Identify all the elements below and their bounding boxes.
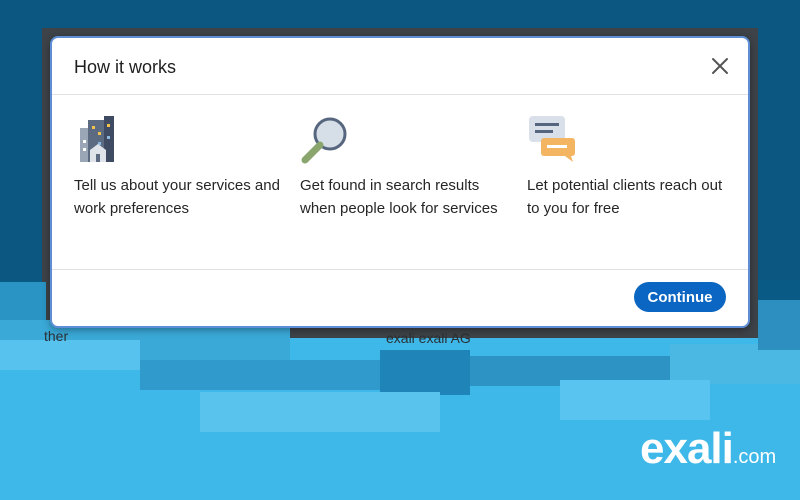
magnifier-icon (301, 117, 347, 164)
logo-domain: .com (732, 446, 777, 468)
pixel-block (380, 350, 470, 395)
close-button[interactable] (708, 54, 732, 78)
chat-bubbles-icon (529, 116, 575, 162)
building-icon (80, 116, 114, 162)
step-search: Get found in search results when people … (300, 114, 510, 220)
step-search-text: Get found in search results when people … (300, 177, 498, 217)
continue-button[interactable]: Continue (634, 282, 726, 312)
pixel-block (200, 392, 440, 432)
close-icon (712, 58, 728, 74)
step-services-text: Tell us about your services and work pre… (74, 177, 280, 217)
step-services: Tell us about your services and work pre… (74, 114, 284, 220)
pixel-block (758, 300, 800, 350)
step-clients-text: Let potential clients reach out to you f… (527, 177, 723, 217)
dialog-header: How it works (52, 38, 748, 95)
pixel-block (0, 340, 140, 370)
background-ghost-text: exali exali AG (386, 330, 471, 346)
background-ghost-text: ther (44, 328, 69, 344)
step-clients: Let potential clients reach out to you f… (527, 114, 737, 220)
dialog-footer: Continue (52, 269, 748, 326)
pixel-block (560, 380, 710, 420)
logo-brand: exali (640, 424, 734, 473)
dialog-title: How it works (74, 57, 177, 77)
pixel-block (670, 344, 800, 384)
pixel-block (140, 360, 380, 390)
how-it-works-dialog: How it works Tell us about your services… (50, 36, 750, 328)
exali-logo: exali.com (640, 424, 776, 474)
